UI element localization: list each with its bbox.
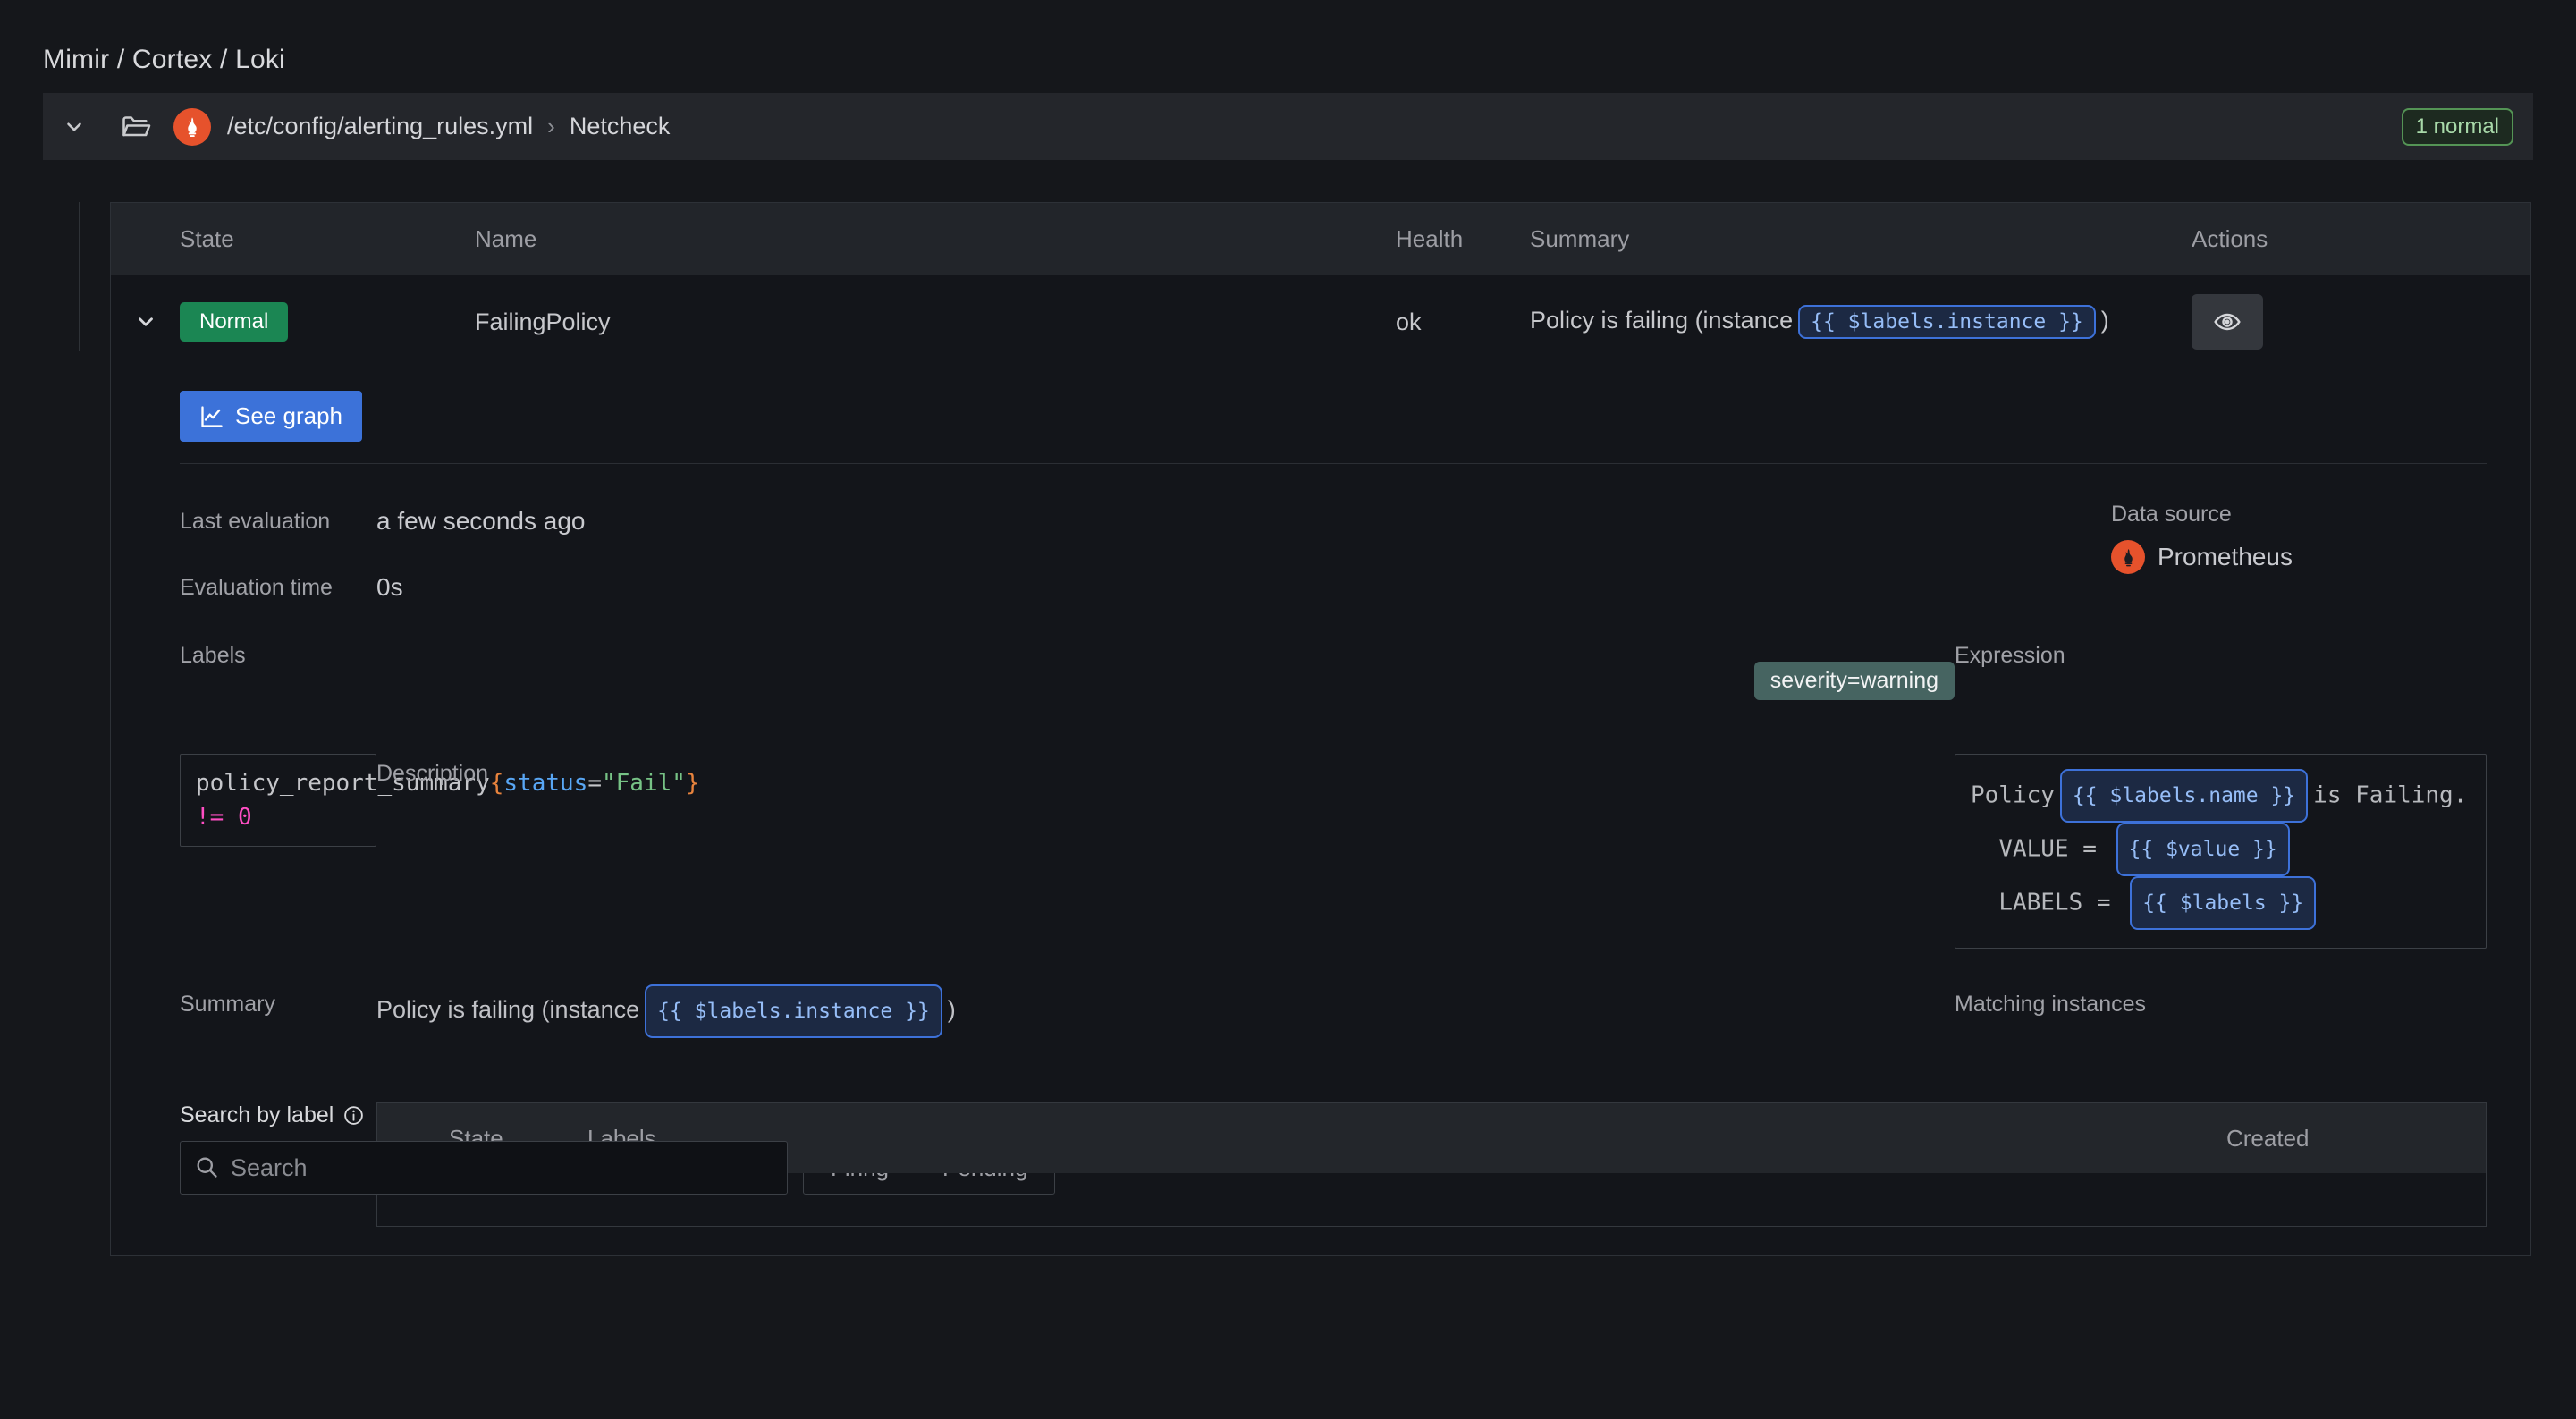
description-box: Policy{{ $labels.name }}is Failing. VALU… <box>1955 754 2487 949</box>
last-evaluation-value: a few seconds ago <box>376 502 1955 541</box>
search-by-label-text: Search by label <box>180 1102 334 1128</box>
data-source-name[interactable]: Prometheus <box>2158 543 2293 571</box>
folder-open-icon <box>86 111 152 143</box>
instance-filters: Search by label <box>180 1102 376 1195</box>
search-icon <box>194 1154 219 1179</box>
description-label: Description <box>376 754 1955 793</box>
data-source-label: Data source <box>2111 502 2487 528</box>
page-title: Mimir / Cortex / Loki <box>43 45 2533 75</box>
tree-guide-vertical <box>79 202 80 351</box>
rule-group-name: Netcheck <box>570 113 671 140</box>
expression-label: Expression <box>1955 636 2487 675</box>
col-state: State <box>180 225 475 253</box>
summary-label: Summary <box>180 984 376 1038</box>
prometheus-icon <box>173 108 211 146</box>
col-summary: Summary <box>1530 225 2192 253</box>
rule-summary-suffix: ) <box>2101 307 2109 334</box>
template-chip: {{ $value }} <box>2116 823 2290 876</box>
evaluation-time-label: Evaluation time <box>180 568 376 607</box>
expression-code: policy_report_summary{status="Fail"} != … <box>180 754 376 847</box>
rule-group-header[interactable]: /etc/config/alerting_rules.yml › Netchec… <box>43 93 2533 160</box>
template-chip: {{ $labels.instance }} <box>1798 305 2096 339</box>
rule-details-card: State Name Health Summary Actions Normal… <box>110 202 2531 1256</box>
table-row: Normal FailingPolicy ok Policy is failin… <box>111 275 2530 350</box>
summary-value: Policy is failing (instance{{ $labels.in… <box>376 984 1955 1038</box>
see-graph-button[interactable]: See graph <box>180 391 362 442</box>
status-badge: 1 normal <box>2402 108 2513 146</box>
eye-icon <box>2213 308 2242 336</box>
breadcrumb-separator: › <box>547 113 555 140</box>
rule-summary-cell: Policy is failing (instance{{ $labels.in… <box>1530 305 2192 339</box>
col-name: Name <box>475 225 1396 253</box>
template-chip: {{ $labels }} <box>2130 876 2316 930</box>
rule-name: FailingPolicy <box>475 308 1396 336</box>
line-chart-icon <box>199 404 224 429</box>
info-icon[interactable] <box>342 1104 365 1127</box>
labels-label: Labels <box>180 636 376 725</box>
rule-health: ok <box>1396 308 1530 336</box>
matching-instances-label: Matching instances <box>1955 984 2487 1024</box>
template-chip: {{ $labels.instance }} <box>645 984 942 1038</box>
rule-detail-section: Last evaluation a few seconds ago Data s… <box>111 464 2530 1227</box>
alert-rules-page: Mimir / Cortex / Loki /etc/config/alerti… <box>0 0 2576 1256</box>
evaluation-time-value: 0s <box>376 568 1955 607</box>
instances-col-labels: Labels <box>587 1125 2226 1153</box>
last-evaluation-label: Last evaluation <box>180 502 376 541</box>
search-input[interactable] <box>180 1141 788 1195</box>
rule-summary-text: Policy is failing (instance <box>1530 307 1793 334</box>
data-source-block: Data source Prometheus <box>1955 502 2487 636</box>
collapse-rule-icon[interactable] <box>111 310 180 334</box>
rule-state-badge: Normal <box>180 302 288 342</box>
template-chip: {{ $labels.name }} <box>2060 769 2308 823</box>
instances-col-created: Created <box>2226 1125 2486 1153</box>
rules-table-header: State Name Health Summary Actions <box>111 203 2530 275</box>
col-actions: Actions <box>2192 225 2530 253</box>
prometheus-icon <box>2111 540 2145 574</box>
label-badge: severity=warning <box>1754 662 1955 700</box>
chevron-down-icon[interactable] <box>63 115 86 139</box>
rule-file-path: /etc/config/alerting_rules.yml <box>227 113 533 140</box>
view-rule-button[interactable] <box>2192 294 2263 350</box>
col-health: Health <box>1396 225 1530 253</box>
